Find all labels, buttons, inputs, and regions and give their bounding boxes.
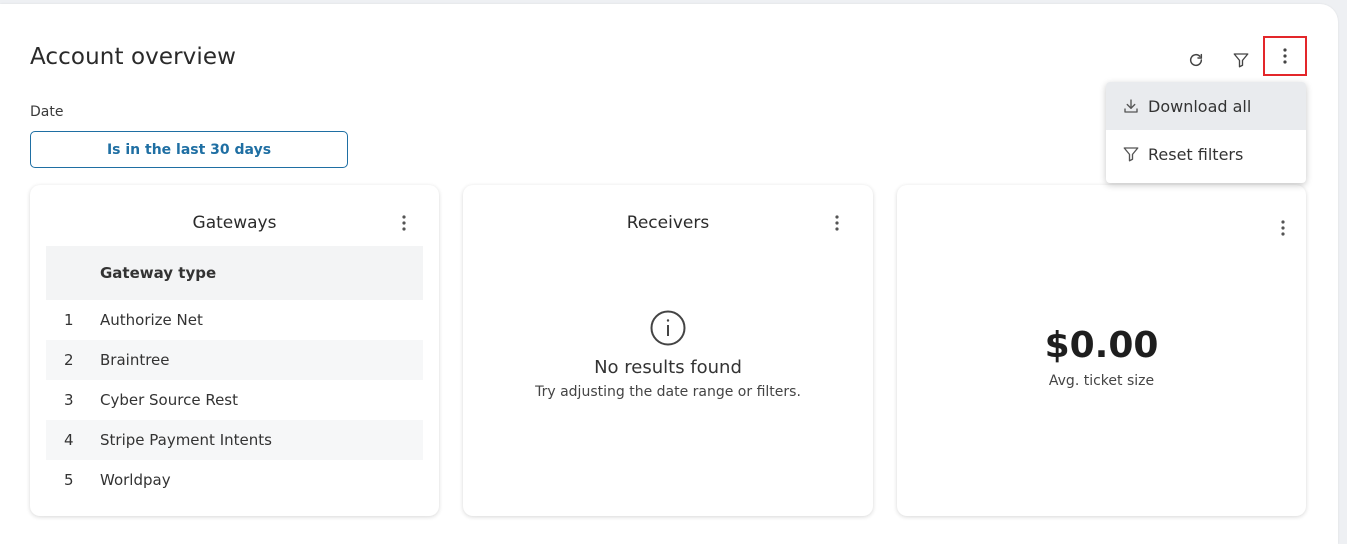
date-filter-button[interactable]: Is in the last 30 days [30,131,348,168]
download-icon [1122,97,1140,115]
row-number: 4 [64,431,74,449]
menu-item-label: Reset filters [1148,144,1244,164]
avg-ticket-card: $0.00 Avg. ticket size [897,185,1306,516]
table-row[interactable]: 4 Stripe Payment Intents [46,420,423,460]
table-row[interactable]: 5 Worldpay [46,460,423,500]
row-value: Stripe Payment Intents [100,431,272,449]
column-header-gateway-type[interactable]: Gateway type [100,264,216,282]
page-title: Account overview [30,44,237,70]
menu-item-reset-filters[interactable]: Reset filters [1106,130,1306,178]
gateways-more-icon[interactable] [394,211,414,235]
menu-item-download-all[interactable]: Download all [1106,82,1306,130]
date-filter-label: Date [30,104,64,120]
refresh-icon[interactable] [1181,45,1211,75]
empty-state-title: No results found [594,357,742,378]
gateways-table: Gateway type 1 Authorize Net 2 Braintree… [46,246,423,500]
avg-ticket-more-icon[interactable] [1273,216,1293,240]
receivers-card: Receivers No results found Try adjusting… [463,185,873,516]
row-number: 2 [64,351,74,369]
receivers-more-icon[interactable] [827,211,847,235]
avg-ticket-label: Avg. ticket size [1048,373,1155,389]
table-header: Gateway type [46,246,423,300]
avg-ticket-value: $0.00 [1044,325,1159,366]
receivers-title: Receivers [626,213,710,233]
row-value: Authorize Net [100,311,203,329]
date-filter-value: Is in the last 30 days [106,141,272,158]
row-value: Worldpay [100,471,171,489]
more-vertical-icon[interactable] [1263,36,1307,76]
info-icon [463,309,873,351]
empty-state-subtitle: Try adjusting the date range or filters. [535,384,801,400]
table-row[interactable]: 1 Authorize Net [46,300,423,340]
row-number: 3 [64,391,74,409]
table-row[interactable]: 3 Cyber Source Rest [46,380,423,420]
menu-item-label: Download all [1148,96,1252,116]
row-number: 1 [64,311,74,329]
row-value: Braintree [100,351,170,369]
filter-icon [1122,145,1140,163]
filter-icon[interactable] [1226,45,1256,75]
gateways-title: Gateways [192,213,277,233]
more-options-menu: Download all Reset filters [1106,82,1306,183]
table-row[interactable]: 2 Braintree [46,340,423,380]
row-number: 5 [64,471,74,489]
gateways-card: Gateways Gateway type 1 Authorize Net 2 … [30,185,439,516]
row-value: Cyber Source Rest [100,391,238,409]
dashboard-panel: Account overview Date Is in the last 30 … [0,4,1338,544]
